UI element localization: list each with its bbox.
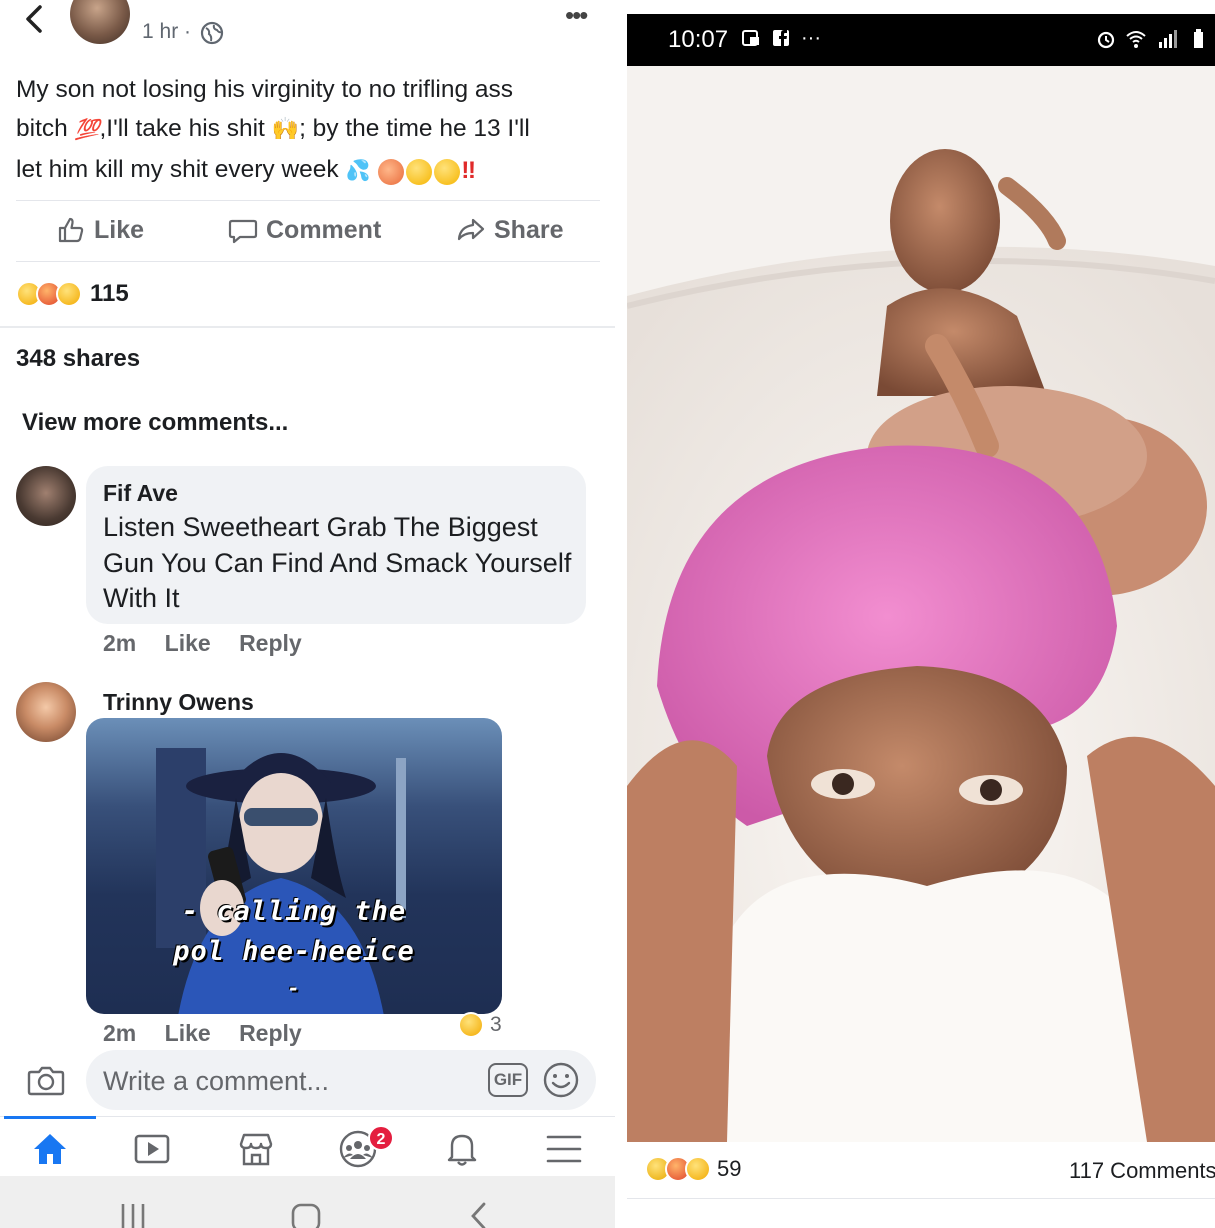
comment-time: 2m — [103, 630, 137, 656]
comment-reply-link[interactable]: Reply — [239, 1020, 302, 1046]
comment-like-link[interactable]: Like — [165, 1020, 211, 1046]
notifications-icon[interactable] — [442, 1129, 482, 1169]
wifi-icon — [1126, 31, 1146, 48]
back-arrow-icon[interactable] — [18, 4, 48, 34]
more-options-icon[interactable]: ••• — [565, 0, 588, 31]
comment-reply-link[interactable]: Reply — [239, 630, 302, 656]
comment-like-link[interactable]: Like — [165, 630, 211, 656]
haha-reaction-icon — [56, 281, 82, 307]
post-action-bar: Like Comment Share — [16, 200, 600, 262]
home-icon[interactable] — [30, 1129, 70, 1169]
thumbs-up-icon — [58, 217, 84, 243]
hundred-emoji: 💯 — [74, 119, 100, 141]
double-exclamation-emoji: ‼ — [461, 157, 477, 185]
right-screenshot: 10:07 ··· 59 117 Comments — [627, 14, 1215, 1228]
system-navigation-bar — [0, 1176, 615, 1228]
back-system-icon[interactable] — [466, 1202, 492, 1228]
bottom-navigation: 2 — [0, 1116, 615, 1176]
gif-figure-illustration — [156, 748, 406, 1014]
post-text-line-2: bitch 💯,I'll take his shit 🙌; by the tim… — [16, 115, 530, 142]
post-photo[interactable] — [627, 66, 1215, 1142]
menu-icon[interactable] — [544, 1129, 584, 1169]
comment-meta: 2m Like Reply — [103, 1020, 324, 1047]
peach-emoji — [378, 158, 405, 185]
comments-count-link[interactable]: 117 Comments — [1069, 1158, 1215, 1184]
like-button[interactable]: Like — [56, 215, 144, 245]
comment-reaction-count: 3 — [490, 1013, 502, 1036]
gif-caption-line-2: pol hee-heeice — [173, 936, 415, 967]
view-more-comments-link[interactable]: View more comments... — [22, 409, 288, 437]
commenter-avatar[interactable] — [16, 682, 76, 742]
reaction-count: 59 — [717, 1156, 742, 1181]
comment-reactions[interactable]: 3 — [458, 1012, 502, 1038]
marketplace-icon[interactable] — [236, 1129, 276, 1169]
reaction-count: 115 — [90, 280, 129, 307]
share-count[interactable]: 348 shares — [16, 345, 140, 373]
post-text-line-1: My son not losing his virginity to no tr… — [16, 76, 514, 103]
watch-icon[interactable] — [132, 1129, 172, 1169]
comment-gif[interactable] — [86, 718, 502, 1014]
facebook-notification-icon — [773, 30, 789, 46]
post-header: 1 hr · ••• — [0, 0, 615, 50]
left-screenshot: 1 hr · ••• My son not losing his virgini… — [0, 0, 615, 1228]
status-bar: 10:07 ··· — [627, 14, 1215, 66]
signal-icon — [1159, 30, 1177, 48]
footer-divider — [627, 1198, 1215, 1199]
share-arrow-icon — [457, 218, 485, 241]
raised-hands-emoji: 🙌 — [271, 116, 300, 141]
status-more-icon: ··· — [801, 27, 821, 49]
comment-text: Listen Sweetheart Grab The Biggest Gun Y… — [103, 512, 572, 613]
gif-caption-line-1: - calling the — [181, 896, 407, 927]
relieved-face-emoji — [406, 158, 433, 185]
status-left-icons: ··· — [741, 28, 821, 48]
active-tab-indicator — [4, 1116, 96, 1119]
camera-icon[interactable] — [26, 1060, 66, 1100]
comment-meta: 2m Like Reply — [103, 630, 324, 657]
comment-button[interactable]: Comment — [228, 215, 381, 245]
comment-author[interactable]: Trinny Owens — [103, 689, 254, 716]
bathtub-photo-illustration — [627, 66, 1215, 1142]
share-button[interactable]: Share — [456, 215, 563, 245]
post-text: My son not losing his virginity to no tr… — [16, 70, 596, 191]
post-text-line-3: let him kill my shit every week 💦 ‼ — [16, 150, 596, 191]
status-right-icons — [1095, 28, 1205, 50]
sweat-emoji: 💦 — [345, 160, 371, 182]
recent-apps-icon[interactable] — [118, 1202, 148, 1228]
haha-reaction-icon — [685, 1156, 711, 1182]
comment-bubble-icon — [228, 219, 258, 244]
emoji-group: ‼ — [377, 151, 476, 190]
home-system-icon[interactable] — [290, 1202, 322, 1228]
comment-input-placeholder: Write a comment... — [103, 1066, 330, 1096]
poster-avatar[interactable] — [70, 0, 130, 44]
grinning-face-emoji — [434, 158, 461, 185]
post-footer: 59 117 Comments — [627, 1142, 1215, 1228]
post-time: 1 hr · — [142, 20, 192, 43]
comment-author[interactable]: Fif Ave — [103, 480, 178, 507]
haha-reaction-icon — [458, 1012, 484, 1038]
gif-caption-line-3: - — [287, 976, 301, 1000]
comment-composer: Write a comment... GIF — [0, 1046, 615, 1114]
comment-time: 2m — [103, 1020, 137, 1046]
emoji-picker-icon[interactable] — [542, 1061, 580, 1099]
groups-notification-badge: 2 — [368, 1125, 394, 1151]
commenter-avatar[interactable] — [16, 466, 76, 526]
battery-icon — [1194, 29, 1203, 48]
reaction-summary[interactable]: 59 — [645, 1156, 741, 1182]
alarm-icon — [1097, 31, 1115, 49]
reaction-summary[interactable]: 115 — [16, 278, 129, 310]
gif-button[interactable]: GIF — [488, 1063, 528, 1097]
screenshot-notification-icon — [742, 30, 759, 46]
globe-icon — [200, 21, 224, 45]
section-divider — [0, 326, 615, 328]
status-time: 10:07 — [668, 26, 729, 53]
